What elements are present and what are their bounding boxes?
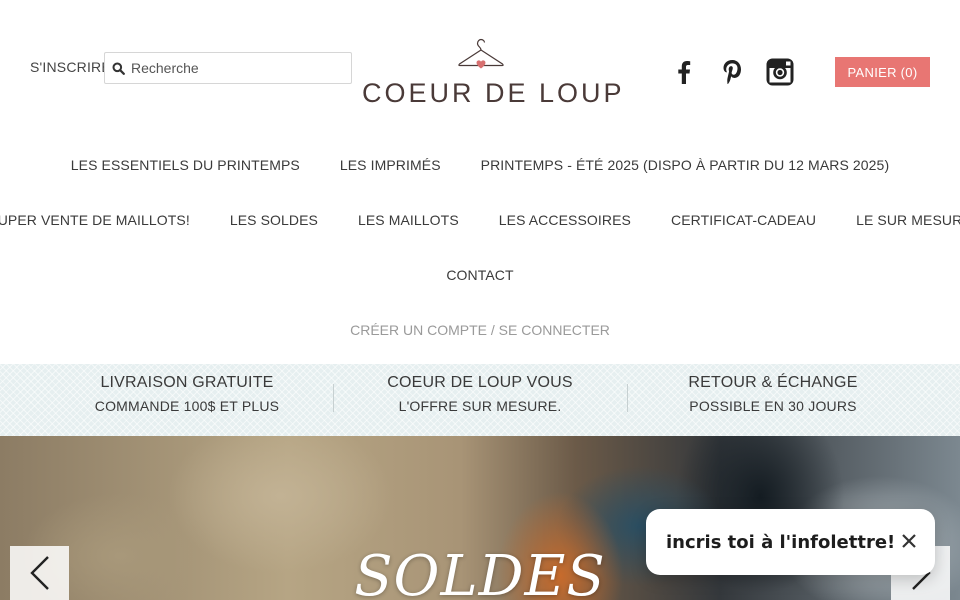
- chevron-left-icon: [29, 556, 49, 590]
- feature-custom-offer: COEUR DE LOUP VOUS L'OFFRE SUR MESURE.: [333, 374, 627, 414]
- features-banner: LIVRAISON GRATUITE COMMANDE 100$ ET PLUS…: [0, 364, 960, 436]
- login-link[interactable]: SE CONNECTER: [499, 322, 610, 338]
- nav-item-maillots[interactable]: LES MAILLOTS: [358, 212, 459, 228]
- logo-text: COEUR DE LOUP: [362, 78, 625, 108]
- feature-free-shipping: LIVRAISON GRATUITE COMMANDE 100$ ET PLUS: [40, 374, 334, 414]
- pinterest-icon[interactable]: [716, 56, 748, 88]
- search-box[interactable]: [104, 52, 352, 84]
- newsletter-message[interactable]: incris toi à l'infolettre!: [666, 532, 895, 553]
- facebook-icon[interactable]: [668, 56, 700, 88]
- create-account-link[interactable]: CRÉER UN COMPTE: [350, 322, 487, 338]
- main-nav-row-3: CONTACT: [0, 267, 960, 283]
- nav-item-contact[interactable]: CONTACT: [446, 267, 513, 283]
- signup-link[interactable]: S'INSCRIRE: [30, 59, 111, 75]
- nav-item-essentiels-printemps[interactable]: LES ESSENTIELS DU PRINTEMPS: [71, 157, 300, 173]
- nav-item-sur-mesure[interactable]: LE SUR MESURE: [856, 212, 960, 228]
- feature-title: COEUR DE LOUP VOUS: [387, 374, 573, 391]
- account-separator: /: [490, 322, 495, 338]
- cart-button[interactable]: PANIER (0): [835, 57, 930, 87]
- newsletter-popup[interactable]: incris toi à l'infolettre!: [646, 509, 935, 575]
- main-nav-row-1: LES ESSENTIELS DU PRINTEMPS LES IMPRIMÉS…: [0, 157, 960, 173]
- nav-item-soldes[interactable]: LES SOLDES: [230, 212, 318, 228]
- nav-item-super-vente-maillots[interactable]: SUPER VENTE DE MAILLOTS!: [0, 212, 190, 228]
- search-input[interactable]: [131, 60, 341, 76]
- feature-subtitle: L'OFFRE SUR MESURE.: [398, 398, 562, 414]
- nav-item-accessoires[interactable]: LES ACCESSOIRES: [499, 212, 631, 228]
- feature-returns: RETOUR & ÉCHANGE POSSIBLE EN 30 JOURS: [626, 374, 920, 414]
- slider-prev-button[interactable]: [10, 546, 69, 600]
- close-icon[interactable]: [899, 531, 919, 551]
- instagram-icon[interactable]: [764, 56, 796, 88]
- nav-item-certificat-cadeau[interactable]: CERTIFICAT-CADEAU: [671, 212, 816, 228]
- feature-title: LIVRAISON GRATUITE: [100, 374, 274, 391]
- feature-title: RETOUR & ÉCHANGE: [688, 374, 858, 391]
- search-icon[interactable]: [105, 53, 131, 83]
- account-links: CRÉER UN COMPTE / SE CONNECTER: [0, 322, 960, 338]
- logo[interactable]: COEUR DE LOUP: [362, 38, 625, 112]
- feature-subtitle: COMMANDE 100$ ET PLUS: [94, 398, 280, 414]
- nav-item-imprimes[interactable]: LES IMPRIMÉS: [340, 157, 441, 173]
- main-nav-row-2: SUPER VENTE DE MAILLOTS! LES SOLDES LES …: [0, 212, 960, 228]
- feature-subtitle: POSSIBLE EN 30 JOURS: [689, 398, 857, 414]
- hanger-heart-icon: [458, 38, 504, 69]
- nav-item-printemps-ete-2025[interactable]: PRINTEMPS - ÉTÉ 2025 (DISPO À PARTIR DU …: [481, 157, 890, 173]
